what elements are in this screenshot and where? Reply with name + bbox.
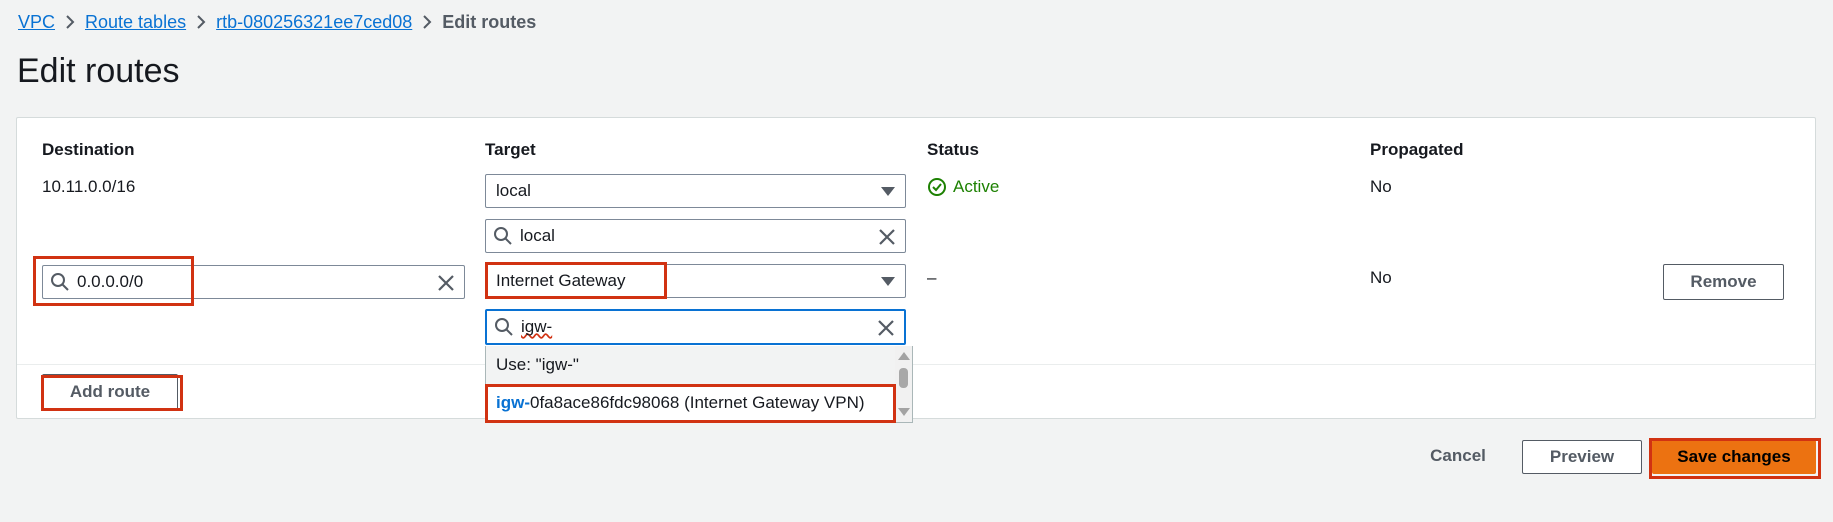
option-label: 0fa8ace86fdc98068 (Internet Gateway VPN) xyxy=(530,393,865,412)
target-search-text: local xyxy=(520,226,555,245)
route-propagated: No xyxy=(1370,268,1392,287)
route-destination-text: 10.11.0.0/16 xyxy=(42,177,136,196)
chevron-right-icon xyxy=(186,14,216,30)
breadcrumb-route-table-id-link[interactable]: rtb-080256321ee7ced08 xyxy=(216,12,412,33)
remove-route-button[interactable]: Remove xyxy=(1663,264,1784,300)
status-text: Active xyxy=(953,177,1000,196)
target-search-input[interactable]: igw- xyxy=(485,309,906,345)
column-header-destination: Destination xyxy=(42,140,135,159)
target-search-input[interactable]: local xyxy=(485,219,906,253)
preview-button[interactable]: Preview xyxy=(1522,440,1642,474)
target-select-local[interactable]: local xyxy=(485,174,906,208)
target-search-text: igw- xyxy=(521,317,553,336)
route-propagated: No xyxy=(1370,177,1392,196)
option-match-text: igw- xyxy=(496,393,530,412)
search-icon xyxy=(43,266,77,298)
search-icon xyxy=(486,220,520,252)
target-options-dropdown: Use: "igw-" igw- 0fa8ace86fdc98068 (Inter… xyxy=(485,346,913,423)
caret-down-icon xyxy=(881,277,895,286)
breadcrumb-current: Edit routes xyxy=(442,11,537,32)
option-label: Use: "igw-" xyxy=(496,355,579,374)
target-select-value: local xyxy=(496,181,531,200)
cancel-button[interactable]: Cancel xyxy=(1414,438,1502,474)
scroll-down-icon[interactable] xyxy=(898,408,910,416)
breadcrumb-vpc-link[interactable]: VPC xyxy=(18,12,55,33)
dropdown-scrollbar[interactable] xyxy=(895,346,912,422)
route-status: – xyxy=(927,268,937,287)
add-route-button[interactable]: Add route xyxy=(42,374,178,410)
chevron-right-icon xyxy=(55,14,85,30)
scroll-up-icon[interactable] xyxy=(898,352,910,360)
column-header-target: Target xyxy=(485,140,536,159)
dropdown-option-igw[interactable]: igw- 0fa8ace86fdc98068 (Internet Gateway … xyxy=(486,384,897,422)
clear-icon[interactable] xyxy=(436,273,456,293)
clear-icon[interactable] xyxy=(876,318,896,338)
status-success-icon xyxy=(927,177,947,197)
target-select-value: Internet Gateway xyxy=(496,271,626,290)
breadcrumb: VPC Route tables rtb-080256321ee7ced08 E… xyxy=(18,10,536,34)
column-header-propagated: Propagated xyxy=(1370,140,1464,159)
clear-icon[interactable] xyxy=(877,227,897,247)
chevron-right-icon xyxy=(412,14,442,30)
scrollbar-thumb[interactable] xyxy=(899,368,908,388)
target-select-internet-gateway[interactable]: Internet Gateway xyxy=(485,264,906,298)
dropdown-option-use-text[interactable]: Use: "igw-" xyxy=(486,346,897,384)
destination-input[interactable]: 0.0.0.0/0 xyxy=(42,265,465,299)
route-status: Active xyxy=(927,177,999,197)
page-title: Edit routes xyxy=(17,52,180,90)
column-header-status: Status xyxy=(927,140,979,159)
destination-input-value: 0.0.0.0/0 xyxy=(77,272,144,291)
panel-divider xyxy=(17,364,1815,365)
caret-down-icon xyxy=(881,187,895,196)
search-icon xyxy=(487,311,521,343)
save-changes-button[interactable]: Save changes xyxy=(1652,440,1816,474)
breadcrumb-route-tables-link[interactable]: Route tables xyxy=(85,12,186,33)
